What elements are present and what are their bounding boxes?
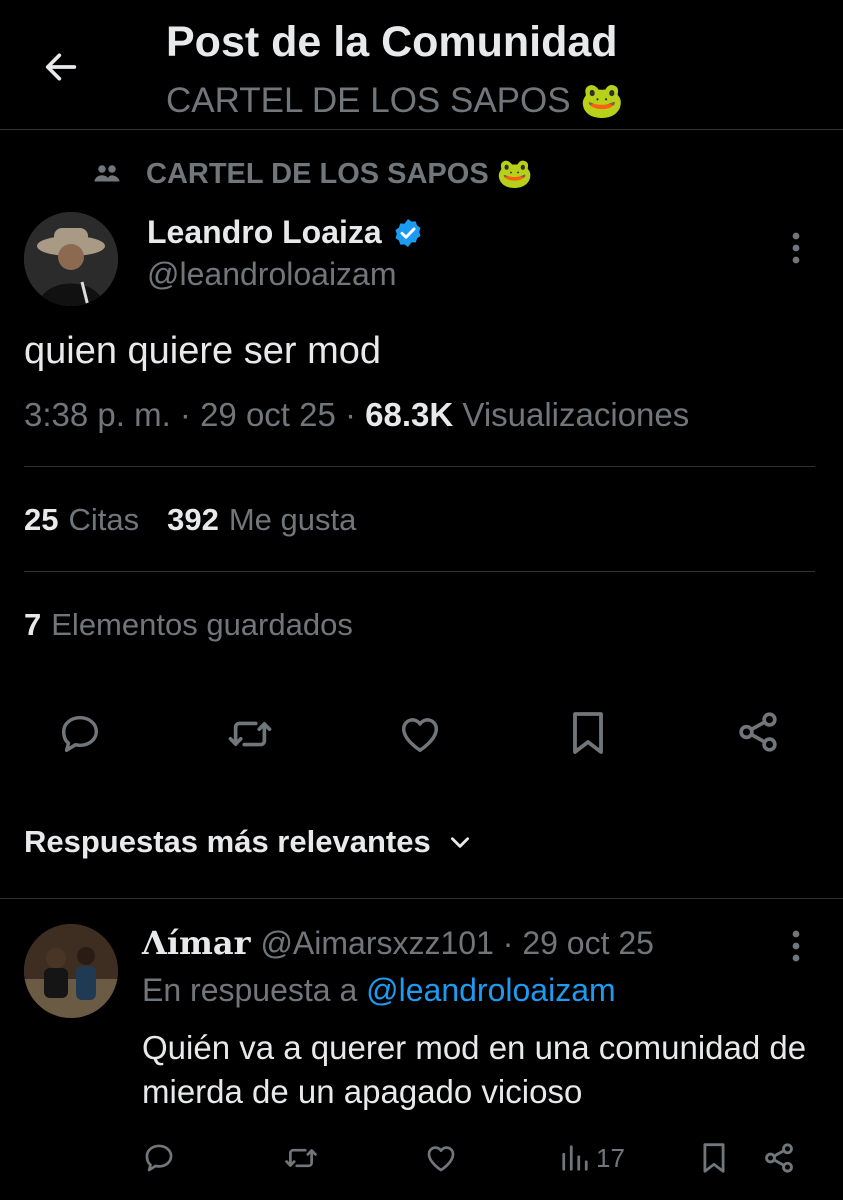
avatar-image xyxy=(24,212,118,306)
reply-handle-date[interactable]: @Aimarsxzz101 · 29 oct 25 xyxy=(260,925,654,962)
quotes-stat[interactable]: 25 Citas xyxy=(24,502,139,538)
repost-icon xyxy=(285,1148,317,1168)
like-button[interactable] xyxy=(396,710,444,758)
heart-icon xyxy=(401,718,439,753)
share-button[interactable] xyxy=(734,708,782,756)
reply-bookmark-button[interactable] xyxy=(700,1138,728,1178)
post-more-button[interactable] xyxy=(776,228,816,268)
divider xyxy=(24,571,815,572)
divider xyxy=(24,466,815,467)
reply-repost-button[interactable] xyxy=(282,1138,320,1178)
more-vertical-icon xyxy=(792,930,800,962)
community-link[interactable]: CARTEL DE LOS SAPOS 🐸 xyxy=(92,152,533,196)
community-icon xyxy=(94,165,120,182)
page-title: Post de la Comunidad xyxy=(166,18,618,66)
engagement-stats: 25 Citas 392 Me gusta xyxy=(24,502,384,538)
author-handle[interactable]: @leandroloaizam xyxy=(147,256,397,293)
bookmark-button[interactable] xyxy=(566,708,610,758)
likes-stat[interactable]: 392 Me gusta xyxy=(167,502,356,538)
bookmark-icon xyxy=(703,1143,725,1173)
chevron-down-icon xyxy=(450,837,469,848)
bookmarks-stat[interactable]: 7 Elementos guardados xyxy=(24,607,353,643)
comment-icon xyxy=(145,1144,173,1172)
author-avatar[interactable] xyxy=(24,212,118,306)
verified-badge-icon xyxy=(395,218,421,247)
reply-mention-link[interactable]: @leandroloaizam xyxy=(366,972,616,1008)
top-bar: Post de la Comunidad CARTEL DE LOS SAPOS… xyxy=(0,0,843,130)
replies-sort-dropdown[interactable]: Respuestas más relevantes xyxy=(24,824,473,860)
more-vertical-icon xyxy=(792,232,800,264)
reply-text: Quién va a querer mod en una comunidad d… xyxy=(142,1029,807,1110)
repost-button[interactable] xyxy=(224,710,276,758)
comment-icon xyxy=(61,715,99,753)
reply-button[interactable] xyxy=(56,710,104,758)
reply-header: Ʌímar @Aimarsxzz101 · 29 oct 25 xyxy=(142,924,654,962)
in-reply-to: En respuesta a @leandroloaizam xyxy=(142,972,616,1008)
post-text: quien quiere ser mod xyxy=(24,330,381,372)
share-icon xyxy=(765,1143,793,1173)
back-button[interactable] xyxy=(38,44,84,90)
reply-views-count: 17 xyxy=(596,1142,625,1173)
reply-share-button[interactable] xyxy=(762,1138,796,1178)
views-count: 68.3K xyxy=(365,396,454,433)
bookmark-icon xyxy=(573,712,603,754)
share-icon xyxy=(739,712,777,752)
views-chart-icon xyxy=(562,1145,588,1171)
post-meta: 3:38 p. m. · 29 oct 25 · 68.3K Visualiza… xyxy=(24,396,689,434)
page-subtitle: CARTEL DE LOS SAPOS 🐸 xyxy=(166,81,624,120)
reply-more-button[interactable] xyxy=(776,926,816,966)
reply-views-button[interactable]: 17 xyxy=(560,1138,625,1178)
reply-comment-button[interactable] xyxy=(142,1138,176,1178)
reply-avatar[interactable] xyxy=(24,924,118,1018)
reply-author-name[interactable]: Ʌímar xyxy=(142,924,250,962)
reply-like-button[interactable] xyxy=(424,1138,458,1178)
views-label: Visualizaciones xyxy=(453,396,690,433)
community-name: CARTEL DE LOS SAPOS 🐸 xyxy=(146,158,533,190)
heart-icon xyxy=(427,1146,455,1172)
reply-avatar-image xyxy=(24,924,118,1018)
repost-icon xyxy=(228,721,272,747)
author-name[interactable]: Leandro Loaiza xyxy=(147,214,424,251)
post-timestamp[interactable]: 3:38 p. m. · 29 oct 25 · xyxy=(24,396,365,433)
arrow-left-icon xyxy=(45,53,77,81)
divider xyxy=(0,898,843,899)
